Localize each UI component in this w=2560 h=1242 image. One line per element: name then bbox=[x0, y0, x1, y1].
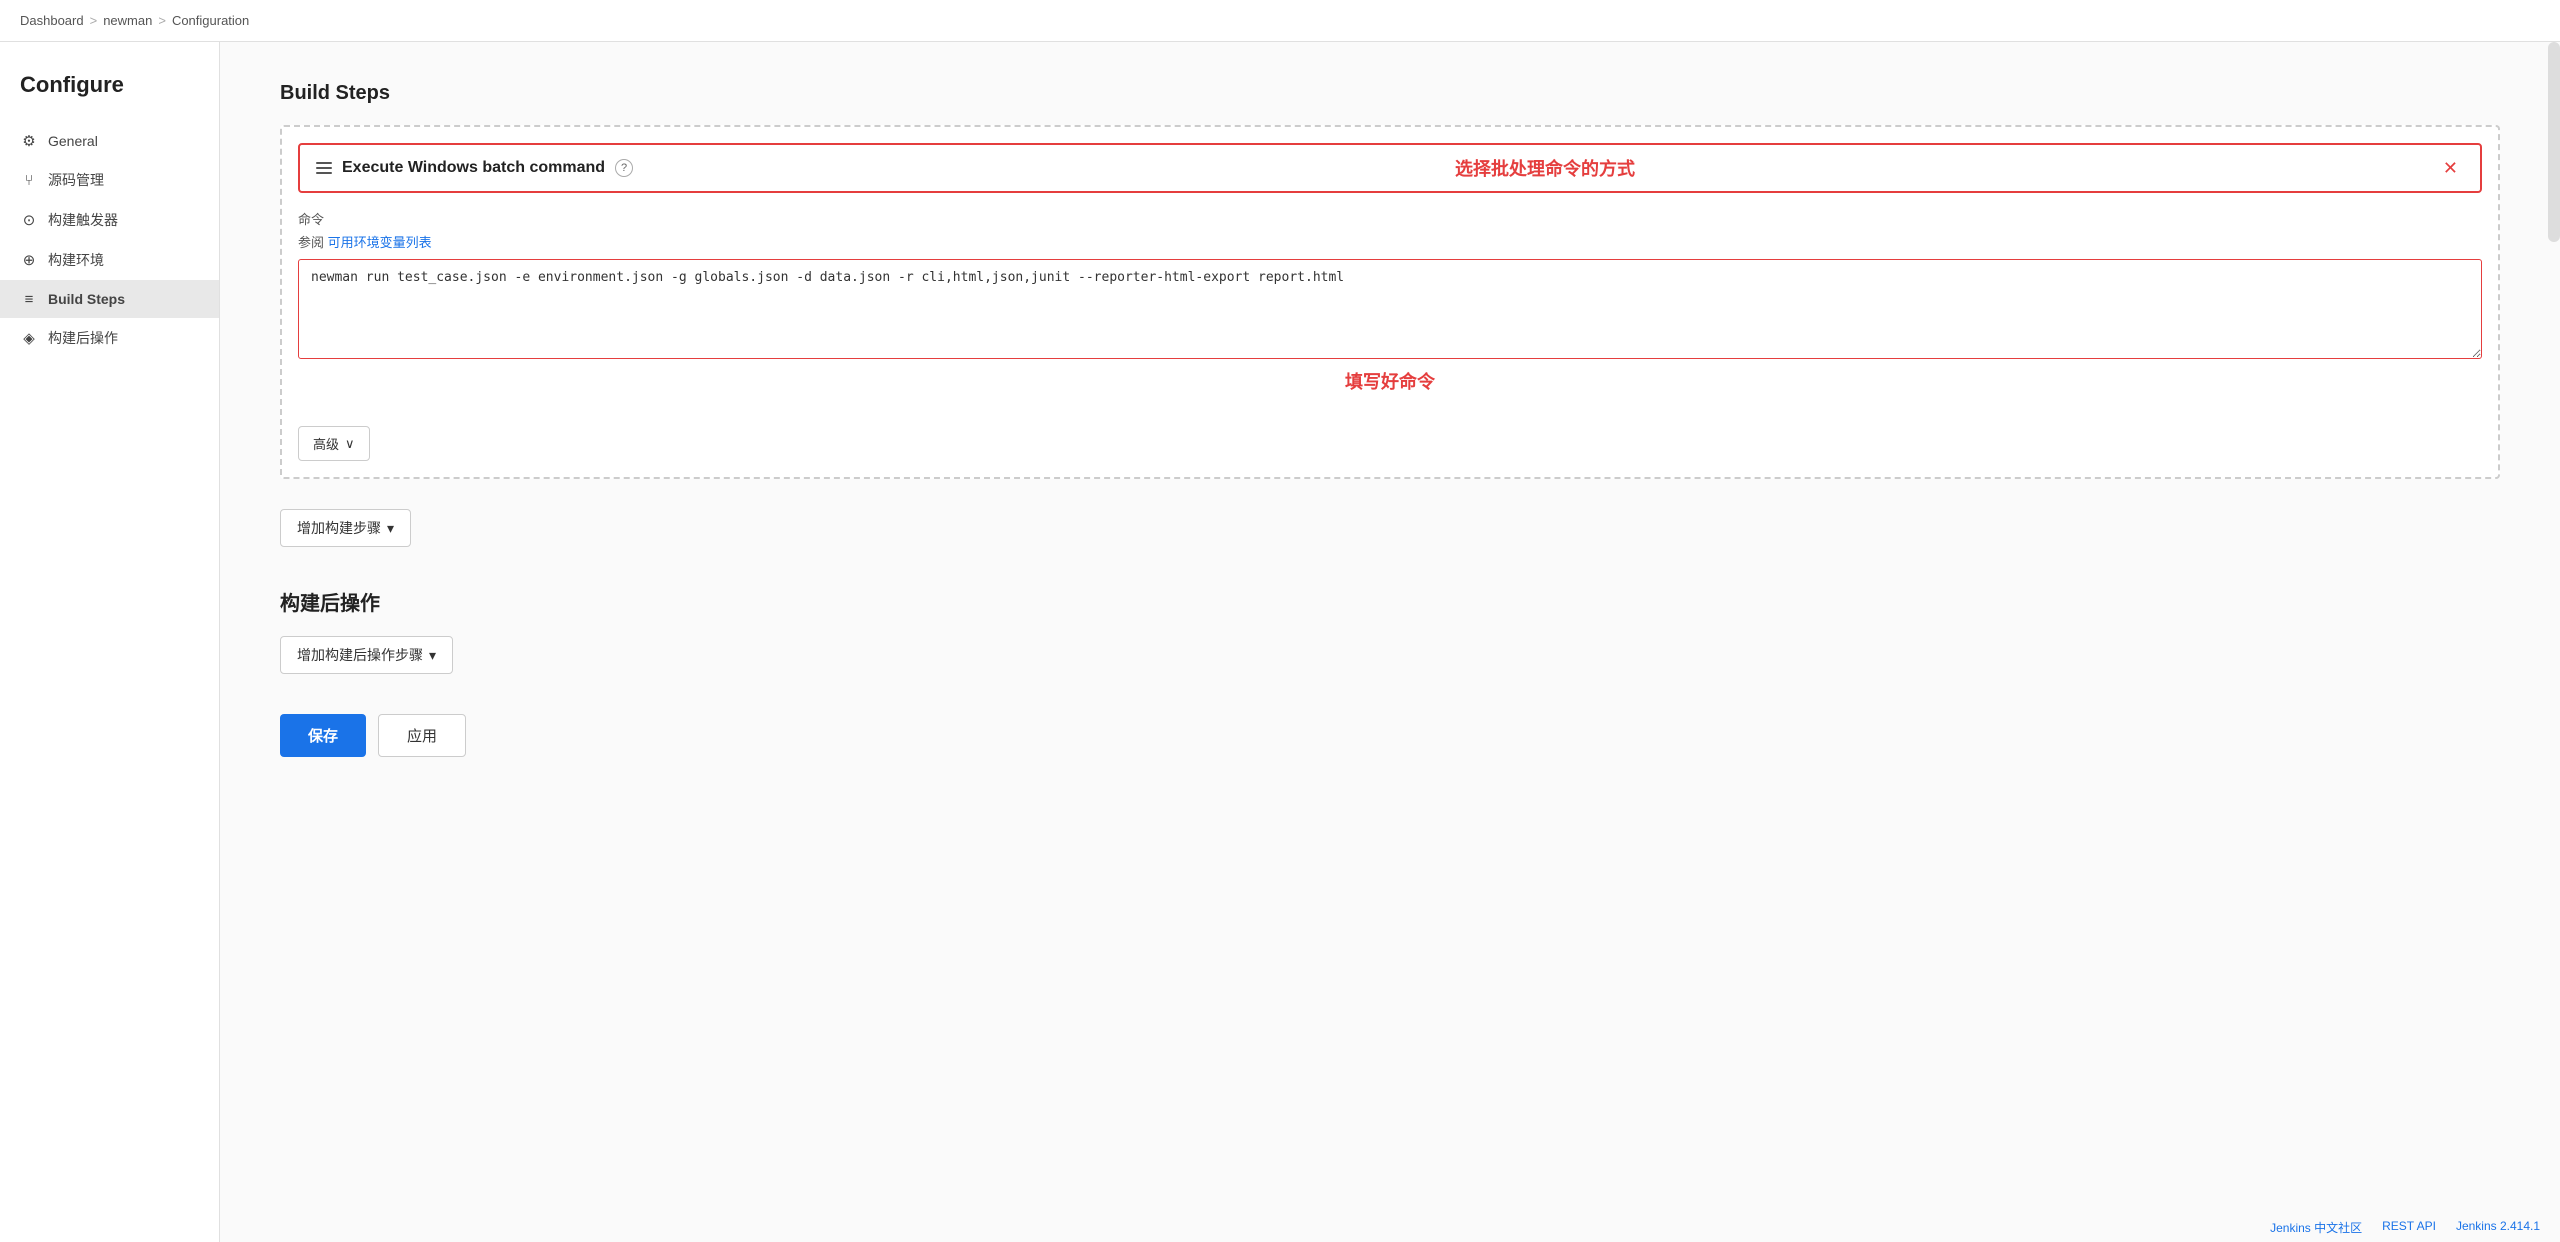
globe-icon: ⊕ bbox=[20, 251, 38, 269]
breadcrumb-item-newman[interactable]: newman bbox=[103, 13, 152, 28]
drag-handle-icon[interactable] bbox=[316, 162, 332, 174]
step-title: Execute Windows batch command bbox=[342, 159, 605, 177]
step-header: Execute Windows batch command ? 选择批处理命令的… bbox=[298, 143, 2482, 193]
add-post-build-button[interactable]: 增加构建后操作步骤 ▾ bbox=[280, 636, 453, 674]
gear-icon: ⚙ bbox=[20, 132, 38, 150]
fork-icon: ⑂ bbox=[20, 171, 38, 189]
footer-version: Jenkins 2.414.1 bbox=[2456, 1219, 2540, 1236]
footer-link-community[interactable]: Jenkins 中文社区 bbox=[2270, 1219, 2362, 1236]
form-section: 命令 参阅 可用环境变量列表 填写好命令 bbox=[282, 193, 2498, 418]
breadcrumb-sep-2: > bbox=[158, 13, 166, 28]
add-build-step-button[interactable]: 增加构建步骤 ▾ bbox=[280, 509, 411, 547]
add-step-chevron: ▾ bbox=[387, 520, 394, 537]
sidebar-item-label-triggers: 构建触发器 bbox=[48, 210, 118, 230]
breadcrumb-item-dashboard[interactable]: Dashboard bbox=[20, 13, 84, 28]
sidebar-item-label-source: 源码管理 bbox=[48, 170, 104, 190]
textarea-annotation: 填写好命令 bbox=[298, 368, 2482, 394]
build-steps-title: Build Steps bbox=[280, 82, 2500, 105]
build-step-card: Execute Windows batch command ? 选择批处理命令的… bbox=[280, 125, 2500, 479]
sidebar-item-postbuild[interactable]: ◈ 构建后操作 bbox=[0, 318, 219, 358]
footer-link-restapi[interactable]: REST API bbox=[2382, 1219, 2436, 1236]
sidebar-item-label-env: 构建环境 bbox=[48, 250, 104, 270]
apply-button[interactable]: 应用 bbox=[378, 714, 466, 757]
add-post-chevron: ▾ bbox=[429, 647, 436, 664]
command-label: 命令 bbox=[298, 209, 2482, 228]
add-post-label: 增加构建后操作步骤 bbox=[297, 645, 423, 665]
diamond-icon: ◈ bbox=[20, 329, 38, 347]
sidebar-item-general[interactable]: ⚙ General bbox=[0, 122, 219, 160]
footer: Jenkins 中文社区 REST API Jenkins 2.414.1 bbox=[2250, 1213, 2560, 1242]
scrollbar[interactable] bbox=[2548, 42, 2560, 242]
breadcrumb-sep-1: > bbox=[90, 13, 98, 28]
sidebar-item-label-general: General bbox=[48, 133, 98, 149]
breadcrumb: Dashboard > newman > Configuration bbox=[20, 13, 249, 28]
form-actions: 保存 应用 bbox=[280, 714, 2500, 757]
sidebar-item-env[interactable]: ⊕ 构建环境 bbox=[0, 240, 219, 280]
list-icon: ≡ bbox=[20, 290, 38, 308]
breadcrumb-item-configuration: Configuration bbox=[172, 13, 249, 28]
sidebar-item-label-buildsteps: Build Steps bbox=[48, 291, 125, 307]
sidebar: Configure ⚙ General ⑂ 源码管理 ⊙ 构建触发器 ⊕ 构建环… bbox=[0, 42, 220, 1242]
sidebar-item-triggers[interactable]: ⊙ 构建触发器 bbox=[0, 200, 219, 240]
post-build-title: 构建后操作 bbox=[280, 587, 2500, 616]
advanced-button[interactable]: 高级 ∨ bbox=[298, 426, 370, 461]
field-note: 参阅 可用环境变量列表 bbox=[298, 232, 2482, 251]
step-header-left: Execute Windows batch command ? bbox=[316, 159, 633, 177]
env-vars-link[interactable]: 可用环境变量列表 bbox=[328, 235, 432, 250]
sidebar-item-buildsteps[interactable]: ≡ Build Steps bbox=[0, 280, 219, 318]
save-button[interactable]: 保存 bbox=[280, 714, 366, 757]
close-step-button[interactable]: ✕ bbox=[2437, 156, 2464, 181]
sidebar-title: Configure bbox=[0, 72, 219, 122]
chevron-down-icon: ∨ bbox=[345, 436, 355, 452]
page-layout: Configure ⚙ General ⑂ 源码管理 ⊙ 构建触发器 ⊕ 构建环… bbox=[0, 42, 2560, 1242]
command-textarea[interactable] bbox=[298, 259, 2482, 359]
main-content: Build Steps Execute Windows batch comman… bbox=[220, 42, 2560, 1242]
sidebar-item-label-postbuild: 构建后操作 bbox=[48, 328, 118, 348]
step-annotation: 选择批处理命令的方式 bbox=[1455, 155, 1635, 181]
add-step-label: 增加构建步骤 bbox=[297, 518, 381, 538]
sidebar-item-source[interactable]: ⑂ 源码管理 bbox=[0, 160, 219, 200]
advanced-label: 高级 bbox=[313, 434, 339, 453]
clock-icon: ⊙ bbox=[20, 211, 38, 229]
help-icon[interactable]: ? bbox=[615, 159, 633, 177]
topbar: Dashboard > newman > Configuration bbox=[0, 0, 2560, 42]
